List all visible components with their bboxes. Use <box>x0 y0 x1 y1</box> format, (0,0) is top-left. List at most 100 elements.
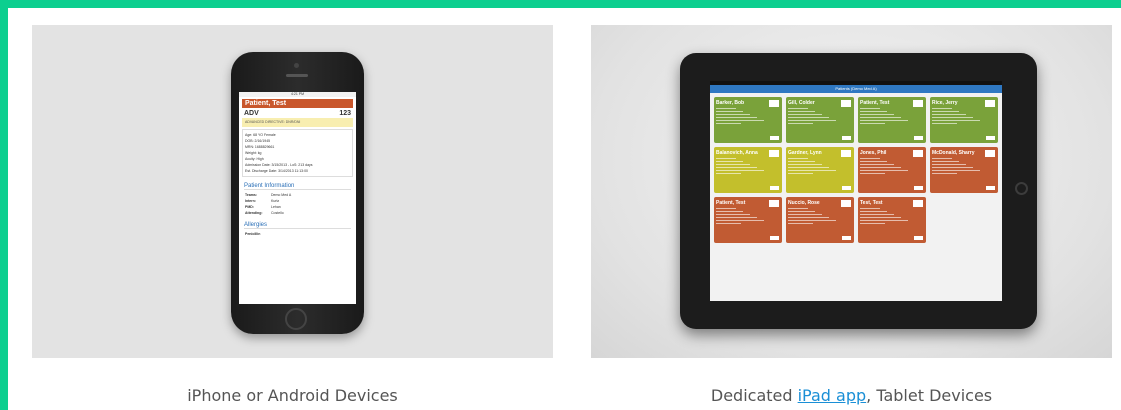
patient-card[interactable]: Patient, Test <box>714 197 782 243</box>
patient-card[interactable]: McDonald, Sharry <box>930 147 998 193</box>
card-text-line <box>788 158 808 159</box>
card-text-line <box>788 217 829 218</box>
card-text-line <box>860 223 885 224</box>
card-text-line <box>932 120 980 121</box>
card-text-line <box>932 161 959 162</box>
ipad-app-link[interactable]: iPad app <box>798 386 867 405</box>
patient-card[interactable]: Gardner, Lynn <box>786 147 854 193</box>
card-text-line <box>932 114 966 115</box>
patient-card[interactable]: Patient, Test <box>858 97 926 143</box>
card-text-line <box>788 173 813 174</box>
card-footer-badge <box>914 186 923 190</box>
card-footer-badge <box>842 136 851 140</box>
card-text-line <box>860 208 880 209</box>
code-row: ADV 123 <box>242 108 353 118</box>
card-badge <box>913 200 923 207</box>
card-badge <box>913 100 923 107</box>
home-button-icon <box>285 308 307 330</box>
card-text-line <box>716 220 764 221</box>
card-text-line <box>788 164 822 165</box>
card-text-line <box>788 123 813 124</box>
card-text-line <box>716 208 736 209</box>
left-accent-bar <box>0 0 8 410</box>
card-footer-badge <box>770 136 779 140</box>
card-text-line <box>788 120 836 121</box>
patient-card[interactable]: Rice, Jerry <box>930 97 998 143</box>
card-footer-badge <box>986 136 995 140</box>
field-row: Attending: Costello <box>245 211 284 215</box>
card-text-line <box>932 111 959 112</box>
card-text-line <box>860 123 885 124</box>
card-text-line <box>716 164 750 165</box>
status-bar: 4:21 PM <box>239 92 356 97</box>
code-number: 123 <box>339 109 351 117</box>
card-text-line <box>860 117 901 118</box>
card-text-line <box>788 208 808 209</box>
patient-card[interactable]: Balanovich, Anna <box>714 147 782 193</box>
card-text-line <box>860 161 887 162</box>
card-text-line <box>860 214 894 215</box>
card-text-line <box>716 167 757 168</box>
camera-icon <box>294 63 299 68</box>
card-footer-badge <box>770 186 779 190</box>
card-text-line <box>716 173 741 174</box>
card-text-line <box>860 167 901 168</box>
card-text-line <box>716 114 750 115</box>
card-text-line <box>788 214 822 215</box>
top-accent-bar <box>0 0 1121 8</box>
phone-image-panel: 4:21 PM Patient, Test ADV 123 ADVANCED D… <box>32 25 553 358</box>
card-text-line <box>788 161 815 162</box>
card-text-line <box>716 214 750 215</box>
tablet-screen: Patients (Demo Med A) Barker, Bob Gill, C… <box>710 81 1002 301</box>
card-text-line <box>716 117 757 118</box>
card-text-line <box>860 158 880 159</box>
card-badge <box>985 100 995 107</box>
card-text-line <box>860 170 908 171</box>
card-text-line <box>788 108 808 109</box>
card-text-line <box>716 158 736 159</box>
card-footer-badge <box>842 186 851 190</box>
card-text-line <box>788 220 836 221</box>
card-text-line <box>788 167 829 168</box>
card-footer-badge <box>770 236 779 240</box>
code-label: ADV <box>244 109 259 117</box>
card-text-line <box>932 164 966 165</box>
card-text-line <box>716 161 743 162</box>
patient-card[interactable]: Nuccio, Rose <box>786 197 854 243</box>
patient-card[interactable]: Gill, Colder <box>786 97 854 143</box>
advance-directive: ADVANCED DIRECTIVE: DNR/DNI <box>242 118 353 127</box>
patient-card[interactable]: Jones, Phil <box>858 147 926 193</box>
speaker-icon <box>286 74 308 77</box>
patient-card[interactable]: Barker, Bob <box>714 97 782 143</box>
card-footer-badge <box>914 236 923 240</box>
card-text-line <box>860 173 885 174</box>
card-text-line <box>716 123 741 124</box>
card-text-line <box>788 111 815 112</box>
allergies-title: Allergies <box>244 222 351 229</box>
card-text-line <box>860 220 908 221</box>
card-badge <box>769 100 779 107</box>
card-badge <box>913 150 923 157</box>
patient-card[interactable]: Test, Test <box>858 197 926 243</box>
card-text-line <box>716 223 741 224</box>
card-footer-badge <box>842 236 851 240</box>
caption-suffix: , Tablet Devices <box>866 386 993 405</box>
section-title: Patient Information <box>244 183 351 190</box>
phone-screen: 4:21 PM Patient, Test ADV 123 ADVANCED D… <box>239 92 356 304</box>
card-text-line <box>860 108 880 109</box>
phone-device: 4:21 PM Patient, Test ADV 123 ADVANCED D… <box>231 52 364 334</box>
card-text-line <box>932 123 957 124</box>
caption-phone: iPhone or Android Devices <box>187 386 398 405</box>
tablet-image-panel: Patients (Demo Med A) Barker, Bob Gill, C… <box>591 25 1112 358</box>
card-footer-badge <box>914 136 923 140</box>
card-badge <box>769 200 779 207</box>
card-text-line <box>932 158 952 159</box>
card-badge <box>985 150 995 157</box>
patient-info-box: Age: 68 YO Female DOB: 2/16/1945 MRN: 16… <box>242 129 353 177</box>
allergy-item: Penicillin <box>245 232 261 236</box>
home-button-icon <box>1015 182 1028 195</box>
card-badge <box>841 150 851 157</box>
card-text-line <box>788 114 822 115</box>
patient-title: Patient, Test <box>242 99 353 108</box>
card-text-line <box>716 108 736 109</box>
